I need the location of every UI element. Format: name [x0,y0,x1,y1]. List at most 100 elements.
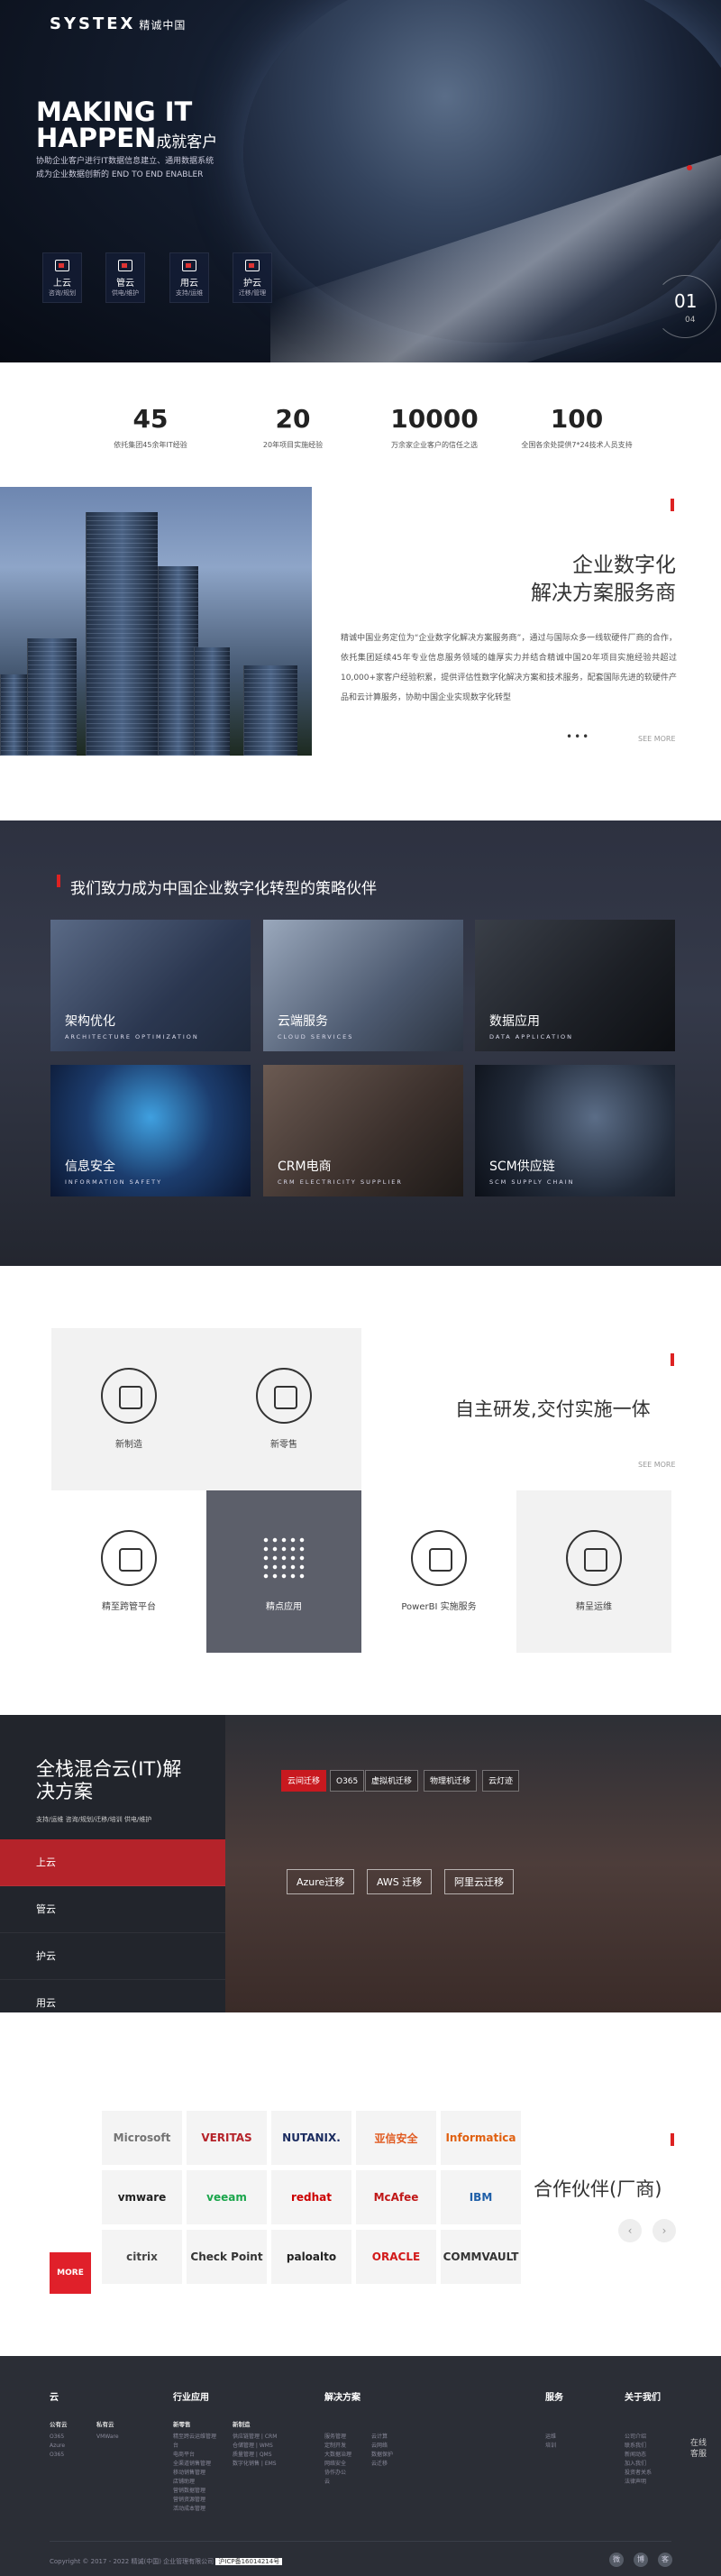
wechat-icon[interactable]: 微 [609,2553,624,2567]
tab-o365[interactable]: O365 [330,1770,365,1792]
hybrid-menu-yongyun[interactable]: 用云 [0,1980,225,2027]
azure-migration-button[interactable]: Azure迁移 [287,1869,355,1894]
partner-logo[interactable]: Check Point [187,2230,267,2284]
quick-link-yongyun[interactable]: 用云 支持/运维 [169,252,209,303]
footer-link[interactable]: 云 [324,2478,330,2487]
footer-link[interactable]: 移动销售管理 [173,2469,205,2478]
footer-link[interactable]: 新闻动态 [625,2451,646,2460]
card-security[interactable]: 信息安全 INFORMATION SAFETY [50,1065,251,1196]
partner-logo[interactable]: paloalto [271,2230,351,2284]
footer-link[interactable]: 精至跨云运维管理 [173,2433,216,2442]
icp-number: 沪ICP备16014214号 [215,2558,283,2565]
tab-physical-migration[interactable]: 物理机迁移 [424,1770,478,1792]
footer-col-heading: 行业应用 [173,2393,209,2403]
footer-link[interactable]: 运维 [545,2433,556,2442]
quick-link-guanyun[interactable]: 管云 供电/维护 [105,252,145,303]
footer-col-heading: 云 [50,2393,59,2403]
partner-logo[interactable]: Informatica [441,2111,521,2165]
card-scm[interactable]: SCM供应链 SCM SUPPLY CHAIN [475,1065,675,1196]
product-new-manufacturing[interactable]: 新制造 [51,1328,206,1490]
footer-link[interactable]: Azure [50,2442,65,2451]
footer-link[interactable]: 数据保护 [371,2451,393,2460]
footer-link[interactable]: 台 [173,2442,178,2451]
customer-icon[interactable]: 客 [658,2553,672,2567]
footer-subheading: 新零售 [173,2421,191,2428]
footer-link[interactable]: 云迁移 [371,2460,388,2469]
red-accent-mark [57,875,60,887]
city-buildings-image [0,487,312,756]
footer-link[interactable]: 店铺助理 [173,2478,195,2487]
footer-link[interactable]: 投资者关系 [625,2469,652,2478]
slide-total: 04 [685,316,696,325]
partner-logo[interactable]: ORACLE [356,2230,436,2284]
card-crm[interactable]: CRM电商 CRM ELECTRICITY SUPPLIER [263,1065,463,1196]
tab-vm-migration[interactable]: 虚拟机迁移 [365,1770,419,1792]
partners-more-button[interactable]: MORE [50,2252,91,2294]
product-jingdian-app[interactable]: 精点应用 [206,1490,361,1653]
footer-link[interactable]: 公司介绍 [625,2433,646,2442]
tab-cloud-migration[interactable]: 云间迁移 [281,1770,327,1792]
next-arrow-icon[interactable]: › [653,2219,676,2242]
footer-link[interactable]: 云计算 [371,2433,388,2442]
partner-logo[interactable]: Microsoft [102,2111,182,2165]
footer-link[interactable]: 供应链管理 | CRM [233,2433,277,2442]
site-logo[interactable]: SYSTEX 精诚中国 [50,14,186,33]
partner-logo[interactable]: redhat [271,2170,351,2224]
partner-logo[interactable]: veeam [187,2170,267,2224]
product-new-retail[interactable]: 新零售 [206,1328,361,1490]
tab-cloud-trace[interactable]: 云灯迹 [482,1770,520,1792]
footer-link[interactable]: 网络安全 [324,2460,346,2469]
footer-link[interactable]: 全渠道销售管理 [173,2460,211,2469]
card-cloud[interactable]: 云端服务 CLOUD SERVICES [263,920,463,1051]
footer-link[interactable]: 营销资源管理 [173,2496,205,2505]
card-architecture[interactable]: 架构优化 ARCHITECTURE OPTIMIZATION [50,920,251,1051]
self-dev-see-more-link[interactable]: SEE MORE [638,1461,676,1469]
hybrid-menu-guanyun[interactable]: 管云 [0,1886,225,1933]
footer-link[interactable]: VMWare [96,2433,119,2442]
footer-link[interactable]: 协作办公 [324,2469,346,2478]
product-cloud-platform[interactable]: 精至跨管平台 [51,1490,206,1653]
footer-link[interactable]: 数字化销售 | EMS [233,2460,277,2469]
partner-logo[interactable]: IBM [441,2170,521,2224]
footer-link[interactable]: 定制开发 [324,2442,346,2451]
product-ops[interactable]: 精呈运维 [516,1490,671,1653]
quick-link-shangyun[interactable]: 上云 咨询/规划 [42,252,82,303]
footer-link[interactable]: 培训 [545,2442,556,2451]
footer-link[interactable]: 联系我们 [625,2442,646,2451]
footer-link[interactable]: 服务管理 [324,2433,346,2442]
hybrid-menu-huyun[interactable]: 护云 [0,1933,225,1980]
footer-link[interactable]: 法律声明 [625,2478,646,2487]
aws-migration-button[interactable]: AWS 迁移 [367,1869,433,1894]
aliyun-migration-button[interactable]: 阿里云迁移 [444,1869,514,1894]
footer-link[interactable]: 活动成本管理 [173,2505,205,2514]
prev-arrow-icon[interactable]: ‹ [618,2219,642,2242]
online-service-float[interactable]: 在线客服 [690,2438,710,2460]
quick-link-huyun[interactable]: 护云 迁移/管理 [233,252,272,303]
card-data[interactable]: 数据应用 DATA APPLICATION [475,920,675,1051]
footer-link[interactable]: 云网络 [371,2442,388,2451]
footer-col-heading: 服务 [545,2393,563,2403]
partner-logo[interactable]: VERITAS [187,2111,267,2165]
partner-logo[interactable]: vmware [102,2170,182,2224]
footer-link[interactable]: O365 [50,2433,64,2442]
weibo-icon[interactable]: 博 [634,2553,648,2567]
partner-logo[interactable]: 亚信安全 [356,2111,436,2165]
hexagon-cycle-icon [566,1530,622,1586]
hybrid-menu-shangyun[interactable]: 上云 [0,1839,225,1886]
partner-logo[interactable]: COMMVAULT [441,2230,521,2284]
footer-link[interactable]: 仓储管理 | WMS [233,2442,273,2451]
footer-link[interactable]: O365 [50,2451,64,2460]
pagination-dots[interactable]: ••• [566,730,590,743]
partner-logo[interactable]: NUTANIX. [271,2111,351,2165]
partner-logo[interactable]: citrix [102,2230,182,2284]
footer-link[interactable]: 加入我们 [625,2460,646,2469]
enterprise-see-more-link[interactable]: SEE MORE [638,735,676,743]
footer-link[interactable]: 营销数据管理 [173,2487,205,2496]
product-powerbi[interactable]: PowerBI 实施服务 [361,1490,516,1653]
footer-link[interactable]: 电商平台 [173,2451,195,2460]
slide-current: 01 [674,290,698,312]
footer-link[interactable]: 大数据治理 [324,2451,351,2460]
partner-logo[interactable]: McAfee [356,2170,436,2224]
hybrid-subtitle: 支持/运维 咨询/规划/迁移/培训 供电/维护 [36,1816,152,1823]
footer-link[interactable]: 质量管理 | QMS [233,2451,272,2460]
